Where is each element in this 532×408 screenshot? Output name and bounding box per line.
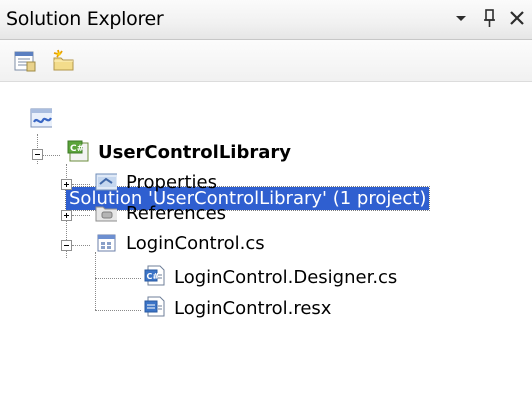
expand-toggle-properties[interactable]: [61, 179, 72, 190]
tree-connector: [95, 252, 96, 310]
svg-text:C#: C#: [147, 272, 160, 281]
tree-connector: [95, 310, 141, 311]
solution-icon: [30, 108, 52, 128]
tree-label-solution[interactable]: Solution 'UserControlLibrary' (1 project…: [64, 186, 431, 211]
new-folder-button[interactable]: [51, 49, 75, 73]
tree-connector: [72, 215, 90, 216]
collapse-toggle-project[interactable]: [32, 149, 43, 160]
expand-toggle-references[interactable]: [61, 210, 72, 221]
close-icon[interactable]: [506, 6, 528, 30]
csharp-project-icon: C#: [67, 140, 89, 162]
collapse-toggle-logincontrol[interactable]: [61, 240, 72, 251]
tree-connector: [72, 245, 90, 246]
tree-label-project[interactable]: UserControlLibrary: [95, 141, 294, 164]
references-folder-icon: [95, 206, 117, 222]
resx-file-icon: [144, 296, 165, 317]
tree-connector: [42, 155, 60, 156]
tree-label-resx[interactable]: LoginControl.resx: [171, 297, 334, 320]
properties-folder-icon: [95, 173, 117, 191]
tree-connector: [95, 278, 141, 279]
pin-icon[interactable]: [478, 6, 500, 30]
solution-tree: Solution 'UserControlLibrary' (1 project…: [0, 82, 532, 408]
tree-label-logincontrol[interactable]: LoginControl.cs: [123, 232, 268, 255]
csharp-file-icon: C#: [144, 265, 165, 286]
tree-label-designer[interactable]: LoginControl.Designer.cs: [171, 266, 400, 289]
svg-text:C#: C#: [70, 144, 84, 154]
properties-icon: [14, 51, 36, 72]
dropdown-icon[interactable]: [450, 6, 472, 30]
tree-label-properties[interactable]: Properties: [123, 171, 220, 194]
user-control-icon: [97, 234, 116, 252]
toolbar: [0, 40, 532, 82]
new-folder-icon: [53, 49, 74, 71]
title-controls: [450, 6, 528, 30]
panel-title: Solution Explorer: [6, 8, 164, 30]
tree-connector: [72, 184, 90, 185]
panel-title-bar: Solution Explorer: [0, 0, 532, 40]
tree-label-references[interactable]: References: [123, 202, 229, 225]
properties-button[interactable]: [13, 49, 37, 73]
